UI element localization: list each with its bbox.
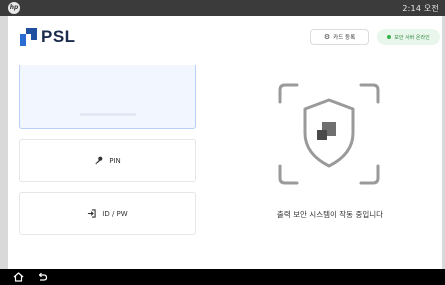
server-status-badge: 보안 서버 온라인 (377, 29, 440, 45)
psl-logo: PSL (20, 27, 76, 47)
back-icon[interactable] (37, 272, 48, 282)
system-status-bar: hp 2:14 오전 (0, 0, 445, 16)
online-dot-icon (387, 35, 392, 39)
idpw-label: ID / PW (102, 209, 128, 218)
card-option-label-placeholder (80, 113, 136, 116)
hp-logo-icon: hp (8, 2, 20, 14)
psl-logo-mark-icon (20, 28, 37, 46)
logo-text: PSL (41, 27, 76, 46)
idpw-auth-button[interactable]: ID / PW (19, 192, 196, 235)
key-icon (95, 156, 103, 165)
card-register-label: 카드 등록 (333, 35, 356, 41)
login-icon (88, 209, 96, 218)
pin-label: PIN (109, 156, 121, 165)
tablet-screen: hp 2:14 오전 PSL ⚙ 카드 등록 보안 서버 온라인 PIN ID … (0, 0, 445, 285)
home-icon[interactable] (13, 272, 24, 282)
secure-scan-illustration (278, 83, 380, 185)
shield-icon (303, 98, 355, 168)
status-message: 출력 보안 시스템이 작동 중입니다 (276, 210, 384, 219)
clock: 2:14 오전 (402, 4, 439, 13)
system-nav-bar (0, 269, 445, 285)
pin-auth-button[interactable]: PIN (19, 139, 196, 182)
card-register-button[interactable]: ⚙ 카드 등록 (310, 29, 369, 45)
card-auth-option[interactable] (19, 65, 196, 129)
server-status-label: 보안 서버 온라인 (394, 34, 430, 41)
gear-icon: ⚙ (323, 32, 331, 41)
device-bezel-left (0, 0, 8, 285)
